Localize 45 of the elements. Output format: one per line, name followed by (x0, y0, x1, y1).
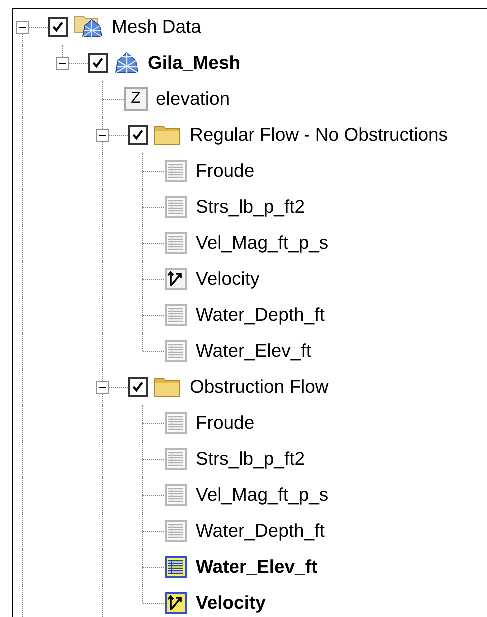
table-icon (164, 195, 188, 219)
tree-item[interactable]: Water_Depth_ft (196, 520, 325, 542)
tree-item[interactable]: Water_Elev_ft (196, 340, 312, 362)
checkbox[interactable] (48, 17, 68, 37)
expander-toggle[interactable] (16, 21, 29, 34)
checkmark-icon (91, 56, 105, 70)
vector-arrow-icon (164, 267, 188, 291)
table-icon (164, 483, 188, 507)
tree-item[interactable]: Water_Depth_ft (196, 304, 325, 326)
table-icon (164, 555, 188, 579)
table-icon (164, 159, 188, 183)
tree-item[interactable]: Vel_Mag_ft_p_s (196, 232, 329, 254)
tree-item[interactable]: Froude (196, 160, 255, 182)
mesh-icon (114, 51, 140, 75)
checkmark-icon (131, 128, 145, 142)
tree-item[interactable]: Gila_Mesh (148, 52, 241, 74)
folder-icon (154, 124, 182, 146)
expander-toggle[interactable] (56, 57, 69, 70)
tree-item[interactable]: Vel_Mag_ft_p_s (196, 484, 329, 506)
tree-item[interactable]: Strs_lb_p_ft2 (196, 196, 306, 218)
checkbox[interactable] (128, 377, 148, 397)
checkbox[interactable] (128, 125, 148, 145)
tree-item[interactable]: Regular Flow - No Obstructions (190, 124, 448, 146)
expander-toggle[interactable] (96, 381, 109, 394)
table-icon (164, 339, 188, 363)
folder-icon (154, 376, 182, 398)
checkmark-icon (51, 20, 65, 34)
table-icon (164, 447, 188, 471)
tree-item[interactable]: Strs_lb_p_ft2 (196, 448, 306, 470)
checkmark-icon (131, 380, 145, 394)
tree-item[interactable]: Mesh Data (112, 16, 202, 38)
checkbox[interactable] (88, 53, 108, 73)
tree-item[interactable]: Froude (196, 412, 255, 434)
tree-item[interactable]: Obstruction Flow (190, 376, 329, 398)
tree-item[interactable]: elevation (156, 88, 230, 110)
folder-mesh-icon (74, 15, 104, 39)
table-icon (164, 411, 188, 435)
expander-toggle[interactable] (96, 129, 109, 142)
z-icon: Z (124, 87, 148, 111)
tree-item[interactable]: Velocity (196, 592, 266, 614)
tree-item[interactable]: Velocity (196, 268, 260, 290)
table-icon (164, 519, 188, 543)
table-icon (164, 303, 188, 327)
table-icon (164, 231, 188, 255)
tree-item[interactable]: Water_Elev_ft (196, 556, 318, 578)
